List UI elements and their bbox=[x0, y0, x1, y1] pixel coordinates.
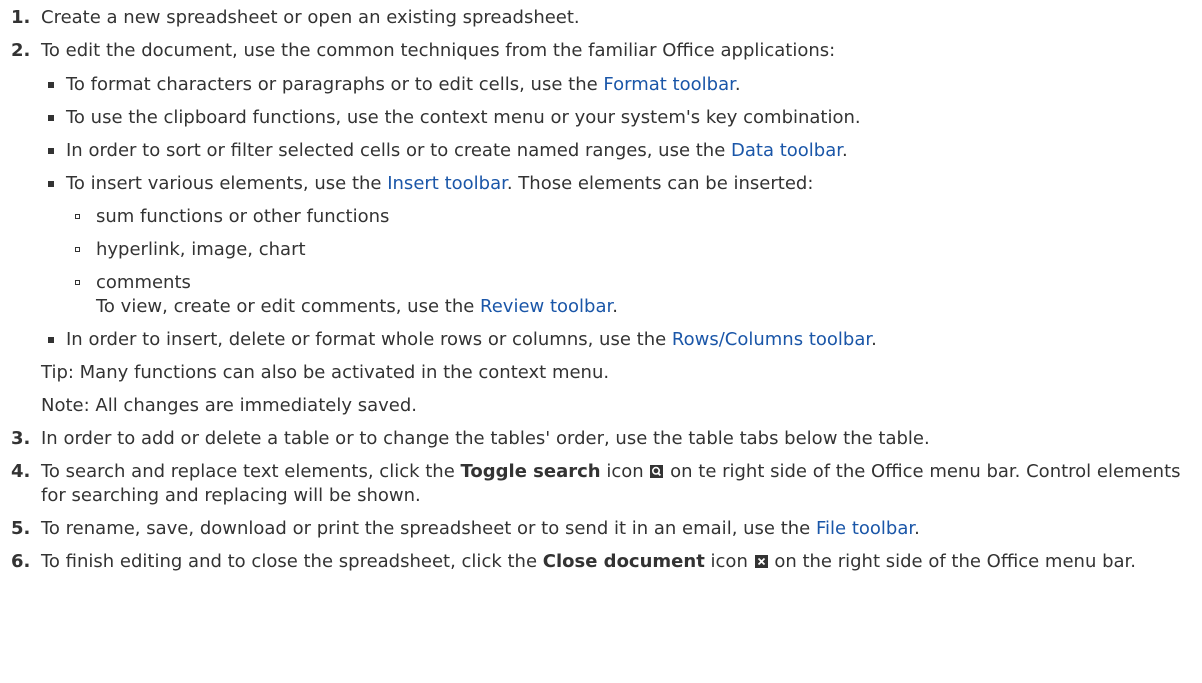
insertable-elements-list: sum functions or other functions hyperli… bbox=[66, 205, 1202, 319]
step-text: To search and replace text elements, cli… bbox=[41, 461, 1181, 506]
step-number: 1. bbox=[11, 7, 31, 28]
step-text: To finish editing and to close the sprea… bbox=[41, 551, 1137, 572]
step-number: 4. bbox=[11, 461, 31, 482]
bullet-marker bbox=[48, 82, 54, 88]
step-text: To edit the document, use the common tec… bbox=[41, 40, 836, 61]
step-2: 2. To edit the document, use the common … bbox=[11, 39, 1202, 418]
step-4: 4. To search and replace text elements, … bbox=[11, 460, 1202, 508]
sub-list-item: sum functions or other functions bbox=[66, 205, 1202, 229]
file-toolbar-link[interactable]: File toolbar bbox=[816, 518, 914, 539]
list-item: To format characters or paragraphs or to… bbox=[41, 73, 1202, 97]
tip-text: Tip: Many functions can also be activate… bbox=[41, 362, 610, 383]
bullet-marker bbox=[48, 148, 54, 154]
step-number: 3. bbox=[11, 428, 31, 449]
rows-columns-toolbar-link[interactable]: Rows/Columns toolbar bbox=[672, 329, 871, 350]
step-6: 6. To finish editing and to close the sp… bbox=[11, 550, 1202, 574]
edit-techniques-list: To format characters or paragraphs or to… bbox=[41, 73, 1202, 352]
step-text: In order to add or delete a table or to … bbox=[41, 428, 930, 449]
step-1: 1. Create a new spreadsheet or open an e… bbox=[11, 6, 1202, 30]
sub-bullet-marker bbox=[75, 247, 80, 252]
bullet-marker bbox=[48, 115, 54, 121]
list-item: To use the clipboard functions, use the … bbox=[41, 106, 1202, 130]
step-5: 5. To rename, save, download or print th… bbox=[11, 517, 1202, 541]
bullet-marker bbox=[48, 337, 54, 343]
step-3: 3. In order to add or delete a table or … bbox=[11, 427, 1202, 451]
review-toolbar-link[interactable]: Review toolbar bbox=[480, 296, 612, 317]
steps-list: 1. Create a new spreadsheet or open an e… bbox=[11, 6, 1202, 574]
data-toolbar-link[interactable]: Data toolbar bbox=[731, 140, 842, 161]
search-icon bbox=[650, 465, 664, 478]
sub-list-item: hyperlink, image, chart bbox=[66, 238, 1202, 262]
sub-bullet-marker bbox=[75, 214, 80, 219]
insert-toolbar-link[interactable]: Insert toolbar bbox=[387, 173, 507, 194]
comments-note: To view, create or edit comments, use th… bbox=[96, 296, 618, 317]
close-document-label: Close document bbox=[542, 551, 705, 572]
list-item: In order to insert, delete or format who… bbox=[41, 328, 1202, 352]
step-text: To rename, save, download or print the s… bbox=[41, 518, 920, 539]
toggle-search-label: Toggle search bbox=[460, 461, 601, 482]
step-text: Create a new spreadsheet or open an exis… bbox=[41, 7, 580, 28]
sub-list-item: comments To view, create or edit comment… bbox=[66, 271, 1202, 319]
bullet-marker bbox=[48, 181, 54, 187]
step-number: 6. bbox=[11, 551, 31, 572]
step-number: 5. bbox=[11, 518, 31, 539]
sub-bullet-marker bbox=[75, 280, 80, 285]
note-text: Note: All changes are immediately saved. bbox=[41, 395, 417, 416]
format-toolbar-link[interactable]: Format toolbar bbox=[603, 74, 734, 95]
list-item: In order to sort or filter selected cell… bbox=[41, 139, 1202, 163]
close-icon bbox=[754, 555, 768, 568]
step-number: 2. bbox=[11, 40, 31, 61]
list-item: To insert various elements, use the Inse… bbox=[41, 172, 1202, 319]
help-document: 1. Create a new spreadsheet or open an e… bbox=[0, 0, 1202, 574]
